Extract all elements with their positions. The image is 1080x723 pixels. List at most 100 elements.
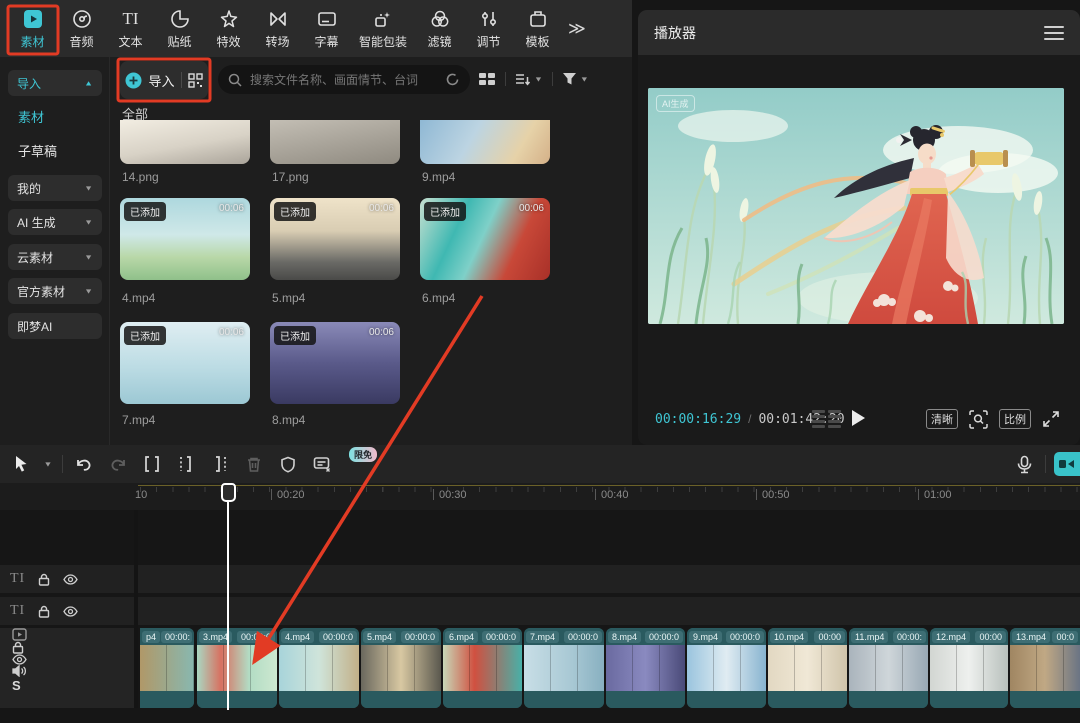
captions-icon <box>316 8 338 30</box>
fullscreen-icon[interactable] <box>1042 410 1060 428</box>
sidebar-item-import[interactable]: 导入 ▲ <box>8 70 102 96</box>
refresh-icon[interactable] <box>445 72 460 87</box>
video-track-clips: p400:00: 3.mp400:00:0 4.mp400:00:0 5.mp4… <box>0 628 1080 708</box>
preview-zoom-icon[interactable] <box>969 410 988 429</box>
media-card-7mp4[interactable]: 已添加 00:06 <box>120 322 250 404</box>
split-keep-left-button[interactable] <box>169 449 203 479</box>
sidebar-item-subdraft[interactable]: 子草稿 <box>18 141 57 160</box>
filter-button[interactable]: ▼ <box>562 72 589 86</box>
media-filename: 5.mp4 <box>272 291 305 305</box>
media-card-6mp4[interactable]: 已添加 00:06 <box>420 198 550 280</box>
search-input[interactable] <box>248 72 439 88</box>
tab-smart-package[interactable]: 智能包装 <box>351 8 415 50</box>
cursor-tool-dropdown-icon[interactable]: ▼ <box>38 449 58 479</box>
timeline-clip-11mp4[interactable]: 11.mp400:00: <box>849 628 928 708</box>
media-card-4mp4[interactable]: 已添加 00:06 <box>120 198 250 280</box>
tab-template[interactable]: 模板 <box>513 8 562 50</box>
sidebar-item-cloud-material[interactable]: 云素材 ▼ <box>8 244 102 270</box>
main-track-magnet-icon[interactable] <box>1054 452 1080 476</box>
playhead-handle[interactable] <box>221 483 236 502</box>
clip-thumbnails <box>768 645 847 691</box>
tab-transition[interactable]: 转场 <box>253 8 302 50</box>
undo-button[interactable] <box>67 449 101 479</box>
tab-audio[interactable]: 音频 <box>57 8 106 50</box>
tab-adjust[interactable]: 调节 <box>464 8 513 50</box>
sidebar-item-ai-generate[interactable]: AI 生成 ▼ <box>8 209 102 235</box>
playhead-line[interactable] <box>227 484 229 710</box>
clip-thumbnails <box>849 645 928 691</box>
tab-material[interactable]: 素材 <box>8 8 57 50</box>
chevron-down-icon: ▼ <box>84 218 93 226</box>
sidebar-item-material[interactable]: 素材 <box>18 107 44 126</box>
timeline-clip-4mp4[interactable]: 4.mp400:00:0 <box>279 628 359 708</box>
player-right-controls: 清晰 比例 <box>926 404 1060 434</box>
lock-icon[interactable] <box>38 605 50 618</box>
divider <box>1045 455 1046 473</box>
tab-label: 模板 <box>525 33 549 50</box>
tab-filter[interactable]: 滤镜 <box>415 8 464 50</box>
sidebar-item-jimeng-ai[interactable]: 即梦AI <box>8 313 102 339</box>
mask-shield-button[interactable] <box>271 449 305 479</box>
select-cursor-tool[interactable] <box>4 449 38 479</box>
transition-icon <box>267 8 289 30</box>
tab-sticker[interactable]: 贴纸 <box>155 8 204 50</box>
timeline-clip-6mp4[interactable]: 6.mp400:00:0 <box>443 628 522 708</box>
quality-button[interactable]: 清晰 <box>926 409 958 429</box>
sidebar-item-official-material[interactable]: 官方素材 ▼ <box>8 278 102 304</box>
timeline-clip-8mp4[interactable]: 8.mp400:00:0 <box>606 628 685 708</box>
adjust-sliders-icon <box>478 8 500 30</box>
grid-view-icon[interactable] <box>478 71 496 87</box>
media-card-8mp4[interactable]: 已添加 00:06 <box>270 322 400 404</box>
tab-text[interactable]: TI 文本 <box>106 8 155 50</box>
delete-button[interactable] <box>237 449 271 479</box>
clip-name: 11.mp4 <box>851 631 888 643</box>
eye-icon[interactable] <box>63 574 78 585</box>
clip-duration: 00:00 <box>975 631 1006 643</box>
qr-code-icon[interactable] <box>188 73 203 88</box>
clip-thumbnails <box>140 645 194 691</box>
ratio-button[interactable]: 比例 <box>999 409 1031 429</box>
timeline-ruler[interactable]: 10 00:20 00:30 00:40 00:50 01:00 <box>0 483 1080 510</box>
text-track-2[interactable]: TI <box>0 597 1080 625</box>
divider <box>505 72 506 86</box>
timeline-clip-3mp4[interactable]: 3.mp400:00:0 <box>197 628 277 708</box>
media-card-14png[interactable] <box>120 120 250 164</box>
timeline-clip-12mp4[interactable]: 12.mp400:00 <box>930 628 1008 708</box>
split-clip-button[interactable] <box>135 449 169 479</box>
tab-label: 调节 <box>476 33 500 50</box>
timeline-clip-13mp4[interactable]: 13.mp400:0 <box>1010 628 1080 708</box>
clip-thumbnails <box>606 645 685 691</box>
timeline-clip-10mp4[interactable]: 10.mp400:00 <box>768 628 847 708</box>
sidebar-item-mine[interactable]: 我的 ▼ <box>8 175 102 201</box>
play-button[interactable] <box>852 410 865 426</box>
split-keep-right-button[interactable] <box>203 449 237 479</box>
tab-effects[interactable]: 特效 <box>204 8 253 50</box>
timeline-clip-5mp4[interactable]: 5.mp400:00:0 <box>361 628 441 708</box>
clip-name: p4 <box>142 631 160 643</box>
timeline-clip-7mp4[interactable]: 7.mp400:00:0 <box>524 628 604 708</box>
chevron-down-icon: ▼ <box>84 184 93 192</box>
media-card-17png[interactable] <box>270 120 400 164</box>
tab-captions[interactable]: 字幕 <box>302 8 351 50</box>
timeline-clip-9mp4[interactable]: 9.mp400:00:0 <box>687 628 766 708</box>
caret-up-icon: ▲ <box>84 79 93 87</box>
player-menu-icon[interactable] <box>1044 22 1064 44</box>
auto-captions-button[interactable] <box>305 449 339 479</box>
media-card-5mp4[interactable]: 已添加 00:06 <box>270 198 400 280</box>
eye-icon[interactable] <box>63 606 78 617</box>
clip-duration: 00:00:0 <box>482 631 520 643</box>
toolbar-expand-icon[interactable]: ≫ <box>568 19 584 39</box>
video-preview[interactable] <box>648 88 1064 324</box>
search-bar[interactable] <box>218 65 470 94</box>
sort-button[interactable]: ▼ <box>515 72 543 86</box>
text-track-1[interactable]: TI <box>0 565 1080 593</box>
chevron-down-icon: ▼ <box>580 75 589 83</box>
timeline-toolbar: ▼ <box>0 445 1080 483</box>
timeline-clip-2mp4[interactable]: p400:00: <box>140 628 194 708</box>
redo-button[interactable] <box>101 449 135 479</box>
lock-icon[interactable] <box>38 573 50 586</box>
media-card-9mp4[interactable] <box>420 120 550 164</box>
import-button[interactable]: 导入 <box>120 61 208 99</box>
sidebar-item-label: AI 生成 <box>17 214 56 231</box>
record-voiceover-button[interactable] <box>1007 449 1041 479</box>
